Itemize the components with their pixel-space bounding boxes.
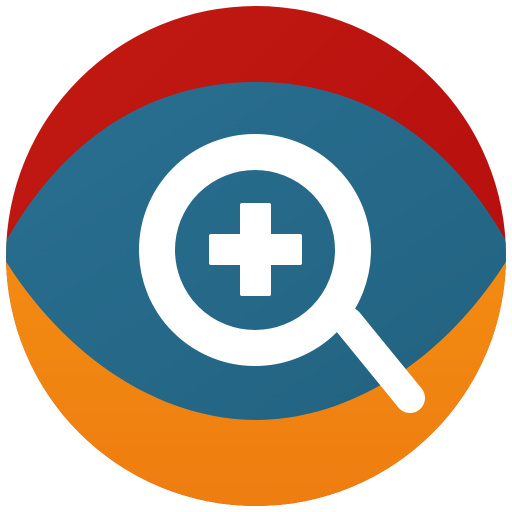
app-icon-container xyxy=(0,0,512,512)
plus-vertical-bar xyxy=(240,203,271,296)
app-icon xyxy=(6,6,506,506)
